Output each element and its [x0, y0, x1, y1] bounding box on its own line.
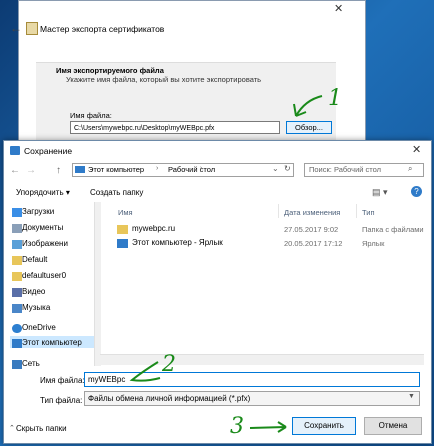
annotation-step-1: 1	[328, 86, 342, 111]
annotation-arrow-2	[129, 361, 161, 382]
annotation-arrow-3	[249, 426, 287, 429]
annotation-arrows	[129, 95, 323, 433]
annotation-arrow-1	[295, 95, 323, 117]
annotation-step-3: 3	[230, 414, 244, 439]
annotation-step-2: 2	[162, 352, 176, 377]
